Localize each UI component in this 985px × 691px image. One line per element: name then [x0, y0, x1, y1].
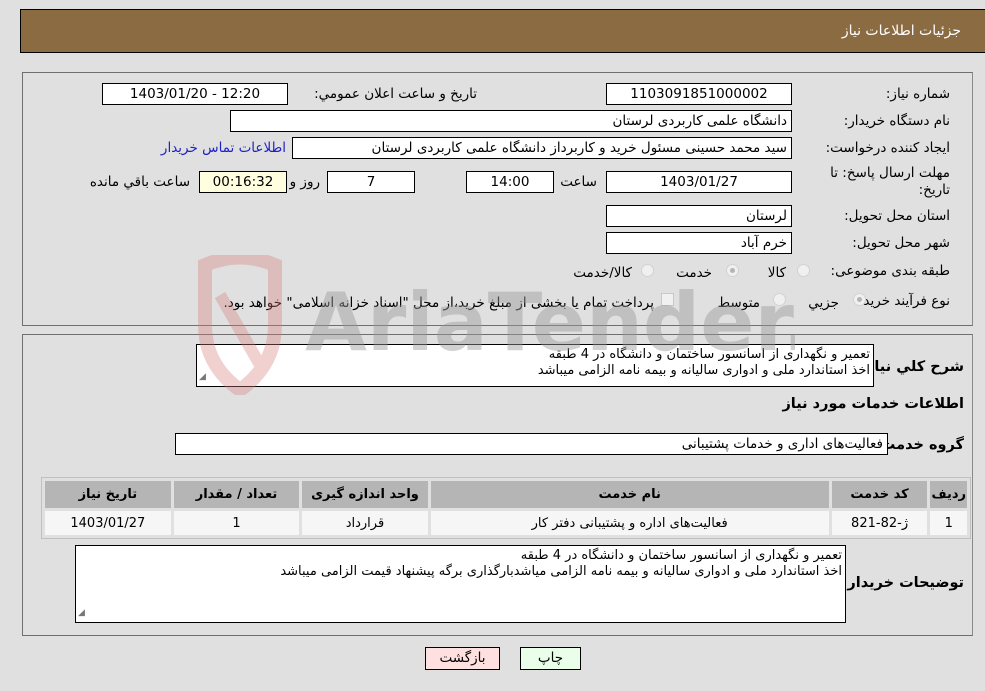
days-label: روز و — [289, 174, 320, 190]
treasury-checkbox[interactable] — [661, 293, 674, 306]
creator-field[interactable]: سید محمد حسینی مسئول خرید و کاربرداز دان… — [292, 137, 792, 159]
process-radio-medium[interactable] — [773, 293, 786, 306]
category-label: طبقه بندی موضوعی: — [830, 263, 950, 279]
buyer-notes-textarea[interactable]: تعمیر و نگهداری از اسانسور ساختمان و دان… — [75, 545, 846, 623]
cell-service-name: فعالیت‌های اداره و پشتیبانی دفتر کار — [430, 511, 829, 535]
print-button[interactable]: چاپ — [520, 647, 581, 670]
city-label: شهر محل تحویل: — [852, 235, 950, 251]
category-radio-goods-service[interactable] — [641, 264, 654, 277]
back-button[interactable]: بازگشت — [425, 647, 500, 670]
cell-row-number: 1 — [930, 511, 967, 535]
col-quantity: تعداد / مقدار — [173, 481, 300, 508]
table-header-row: ردیف کد خدمت نام خدمت واحد اندازه گیری ت… — [45, 481, 967, 508]
services-section-title: اطلاعات خدمات مورد نیاز — [782, 396, 964, 412]
category-option-goods: کالا — [767, 265, 786, 281]
buyer-notes-line-2: اخذ استاندارد ملی و ادواری سالیانه و بیم… — [280, 564, 842, 579]
category-radio-service[interactable] — [726, 264, 739, 277]
cell-unit: قرارداد — [302, 511, 428, 535]
buyer-org-field[interactable]: دانشگاه علمی کاربردی لرستان — [230, 110, 792, 132]
city-field[interactable]: خرم آباد — [606, 232, 792, 254]
resize-grip-icon[interactable]: ◢ — [78, 605, 85, 621]
services-panel: شرح کلي نیاز: تعمیر و نگهداری از اسانسور… — [22, 334, 973, 636]
deadline-date-field[interactable]: 1403/01/27 — [606, 171, 792, 193]
table-row[interactable]: 1 ژ-82-821 فعالیت‌های اداره و پشتیبانی د… — [45, 511, 967, 535]
col-need-date: تاریخ نیاز — [45, 481, 171, 508]
days-field[interactable]: 7 — [327, 171, 415, 193]
deadline-time-field[interactable]: 14:00 — [466, 171, 554, 193]
remaining-label: ساعت باقي مانده — [89, 174, 190, 190]
category-option-goods-service: کالا/خدمت — [573, 265, 632, 281]
process-option-medium: متوسط — [717, 295, 760, 311]
service-group-label: گروه خدمت: — [874, 437, 964, 453]
category-radio-goods[interactable] — [797, 264, 810, 277]
service-group-field[interactable]: فعالیت‌های اداری و خدمات پشتیبانی — [175, 433, 888, 455]
treasury-note: پرداخت تمام یا بخشی از مبلغ خرید،از محل … — [223, 295, 654, 311]
need-number-field[interactable]: 1103091851000002 — [606, 83, 792, 105]
announce-datetime-field[interactable]: 1403/01/20 - 12:20 — [102, 83, 288, 105]
category-option-service: خدمت — [676, 265, 712, 281]
details-panel: شماره نیاز: 1103091851000002 تاریخ و ساع… — [22, 72, 973, 326]
process-radio-minor[interactable] — [853, 293, 866, 306]
process-option-minor: جزيي — [808, 295, 839, 311]
summary-line-2: اخذ استاندارد ملی و ادواری سالیانه و بیم… — [537, 363, 870, 378]
summary-line-1: تعمیر و نگهداری از اسانسور ساختمان و دان… — [548, 347, 870, 362]
buyer-notes-label: توضیحات خریدار: — [841, 575, 964, 591]
time-label: ساعت — [560, 174, 597, 190]
province-field[interactable]: لرستان — [606, 205, 792, 227]
remaining-time-field: 00:16:32 — [199, 171, 287, 193]
col-service-code: کد خدمت — [831, 481, 928, 508]
announce-label: تاریخ و ساعت اعلان عمومي: — [314, 86, 477, 102]
creator-label: ایجاد کننده درخواست: — [825, 140, 950, 156]
cell-quantity: 1 — [173, 511, 300, 535]
need-number-label: شماره نیاز: — [885, 86, 950, 102]
buyer-org-label: نام دستگاه خریدار: — [843, 113, 950, 129]
process-label: نوع فرآیند خرید : — [854, 293, 950, 309]
services-table: ردیف کد خدمت نام خدمت واحد اندازه گیری ت… — [41, 477, 971, 539]
col-row-number: ردیف — [930, 481, 967, 508]
buyer-contact-link[interactable]: اطلاعات تماس خریدار — [161, 140, 286, 156]
cell-need-date: 1403/01/27 — [45, 511, 171, 535]
buyer-notes-line-1: تعمیر و نگهداری از اسانسور ساختمان و دان… — [520, 548, 842, 563]
col-service-name: نام خدمت — [430, 481, 829, 508]
summary-textarea[interactable]: تعمیر و نگهداری از اسانسور ساختمان و دان… — [196, 344, 874, 387]
resize-grip-icon[interactable]: ◢ — [199, 369, 206, 385]
summary-label: شرح کلي نیاز: — [860, 359, 964, 375]
page-header: جزئیات اطلاعات نیاز — [20, 9, 985, 53]
page-title: جزئیات اطلاعات نیاز — [841, 23, 961, 39]
deadline-label: مهلت ارسال پاسخ: تا تاریخ: — [830, 165, 950, 198]
province-label: استان محل تحویل: — [844, 208, 950, 224]
col-unit: واحد اندازه گیری — [302, 481, 428, 508]
cell-service-code: ژ-82-821 — [831, 511, 928, 535]
